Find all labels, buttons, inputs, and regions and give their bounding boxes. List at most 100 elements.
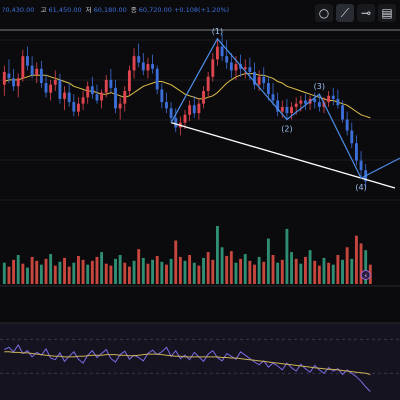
- volume-bar: [239, 258, 243, 284]
- candle-body: [262, 76, 266, 84]
- candle-body: [127, 70, 131, 91]
- volume-bar: [132, 260, 136, 284]
- candle-body: [146, 64, 150, 71]
- volume-bar: [49, 254, 53, 284]
- volume-bar: [160, 261, 164, 284]
- candle-body: [26, 56, 29, 66]
- volume-bar: [276, 262, 280, 284]
- more-tools-icon[interactable]: ▤: [378, 4, 396, 22]
- candle-body: [12, 78, 16, 87]
- volume-bar: [165, 264, 168, 284]
- volume-bar: [253, 264, 256, 284]
- volume-bar: [248, 260, 252, 284]
- volume-bar: [26, 267, 29, 284]
- volume-bar: [202, 257, 205, 284]
- candle-body: [90, 86, 94, 95]
- volume-bar: [178, 256, 182, 284]
- volume-bar: [77, 255, 80, 284]
- candle-body: [243, 67, 247, 69]
- wave-label: (4): [355, 183, 366, 192]
- header-key-0: 고: [40, 6, 48, 14]
- candle-body: [109, 79, 113, 88]
- volume-bar: [39, 264, 43, 284]
- trendline-tool-icon[interactable]: ⟋: [336, 4, 354, 22]
- volume-bar: [86, 264, 90, 284]
- volume-bar: [331, 264, 335, 284]
- candle-body: [44, 83, 48, 93]
- volume-bar: [67, 266, 71, 284]
- candle-body: [266, 83, 270, 95]
- volume-bar: [53, 265, 57, 284]
- candle-body: [285, 106, 289, 114]
- volume-bar: [197, 265, 201, 284]
- candle-body: [49, 84, 53, 93]
- candle-body: [248, 67, 252, 72]
- candle-body: [202, 91, 205, 104]
- header-left-text: ?0,430.00: [2, 6, 36, 14]
- volume-bar: [114, 258, 117, 284]
- candle-body: [257, 76, 261, 85]
- candle-body: [331, 95, 335, 99]
- header-value-0: 61,450.00: [49, 6, 82, 14]
- candle-body: [336, 98, 340, 106]
- volume-bar: [192, 262, 196, 284]
- volume-bar: [327, 262, 331, 284]
- candle-body: [174, 117, 178, 128]
- volume-bar: [234, 262, 238, 284]
- volume-bar: [271, 255, 275, 284]
- event-marker-glyph: ⚡: [364, 273, 368, 280]
- candle-body: [327, 95, 331, 103]
- candle-body: [299, 100, 303, 104]
- volume-bar: [188, 255, 192, 284]
- volume-bar: [304, 256, 307, 284]
- wave-label: (3): [314, 82, 325, 91]
- candle-body: [21, 56, 25, 79]
- candle-body: [271, 94, 275, 101]
- volume-bar: [2, 262, 6, 284]
- candle-body: [211, 59, 215, 77]
- candle-body: [215, 46, 219, 60]
- horizontal-line-tool-icon[interactable]: ⊸: [357, 4, 375, 22]
- candle-body: [220, 46, 224, 57]
- candle-body: [169, 108, 173, 118]
- candle-body: [63, 92, 66, 99]
- volume-bar: [183, 260, 187, 284]
- candle-body: [30, 65, 34, 76]
- candle-body: [294, 103, 298, 107]
- volume-bar: [137, 249, 141, 284]
- volume-bar: [299, 263, 303, 284]
- price-header: ?0,430.00 고 61,450.00 저 60,180.00 종 60,720…: [2, 5, 229, 14]
- volume-bar: [169, 258, 173, 284]
- circle-tool-icon[interactable]: ○: [315, 4, 333, 22]
- candle-body: [86, 86, 90, 98]
- volume-bar: [290, 252, 293, 284]
- candle-body: [132, 56, 136, 71]
- volume-bar: [220, 247, 224, 284]
- candle-body: [354, 143, 358, 161]
- candle-body: [165, 102, 168, 109]
- candle-body: [100, 92, 104, 101]
- candle-body: [341, 105, 344, 120]
- volume-bar: [322, 257, 326, 284]
- oscillator-background: [0, 323, 400, 400]
- volume-bar: [317, 265, 321, 284]
- volume-bar: [72, 262, 76, 284]
- volume-bar: [225, 255, 229, 284]
- candle-body: [123, 91, 127, 104]
- candle-body: [141, 62, 145, 71]
- volume-bar: [81, 259, 85, 284]
- volume-bar: [30, 256, 34, 284]
- volume-bar: [308, 250, 312, 284]
- candle-body: [67, 92, 71, 103]
- volume-bar: [262, 261, 266, 284]
- candle-body: [35, 68, 39, 76]
- volume-bar: [151, 259, 155, 284]
- candle-body: [2, 72, 6, 85]
- volume-bar: [95, 256, 99, 284]
- volume-bar: [243, 254, 247, 284]
- candle-body: [7, 73, 11, 79]
- volume-bar: [7, 266, 11, 284]
- candle-body: [16, 78, 20, 87]
- candle-body: [197, 103, 201, 114]
- candle-body: [206, 76, 210, 91]
